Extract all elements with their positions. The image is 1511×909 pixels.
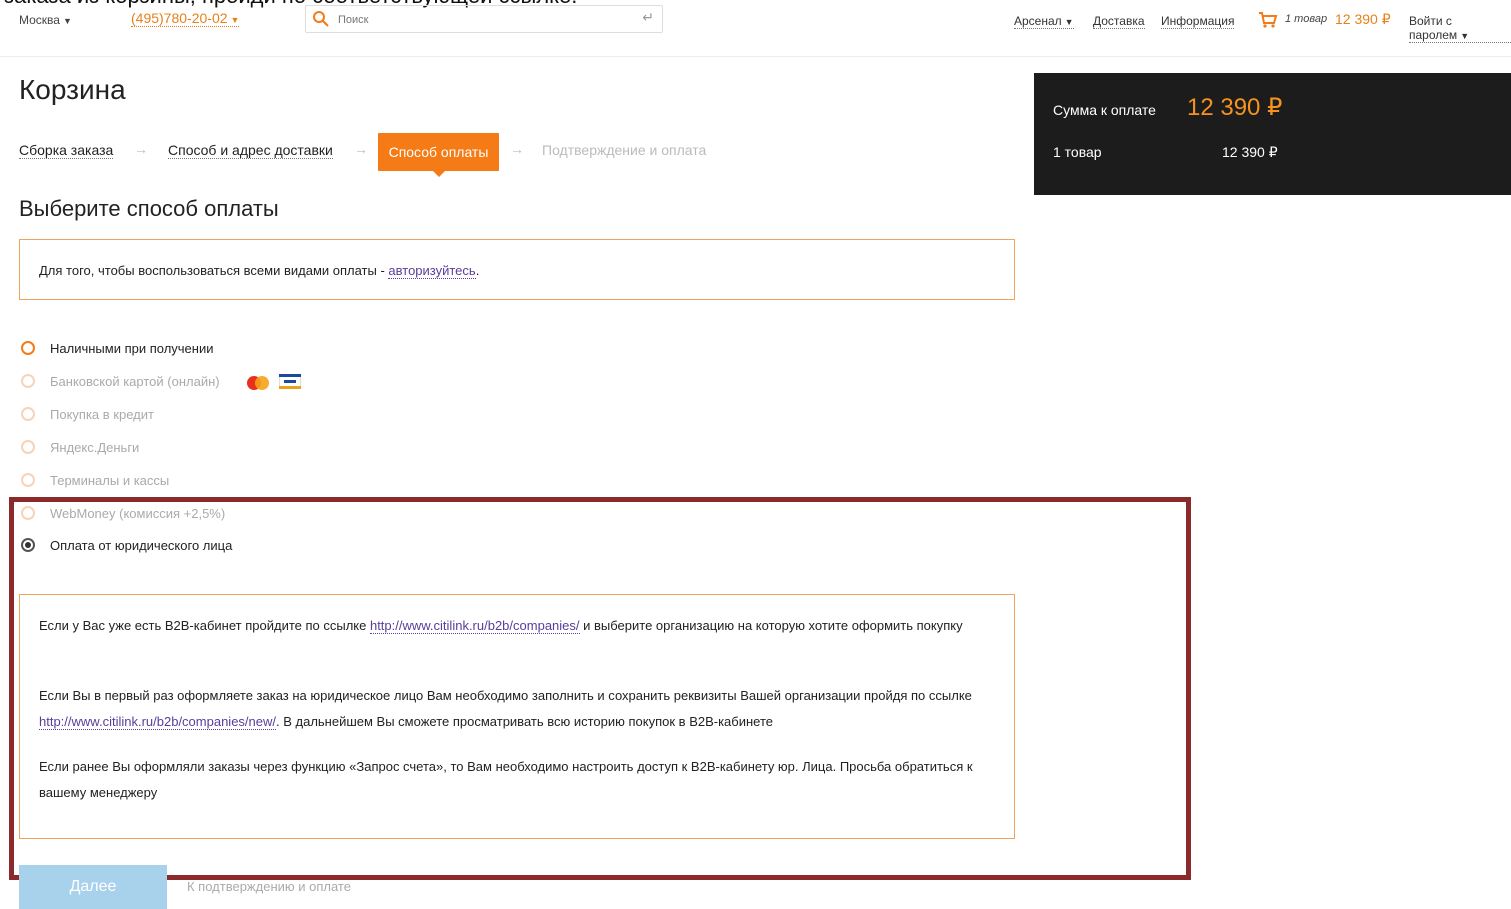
radio-button [21,506,35,520]
cart-sum[interactable]: 12 390 ₽ [1335,11,1391,28]
caret-down-icon: ▼ [230,15,240,25]
page-title: Корзина [19,74,126,105]
radio-button [21,407,35,421]
method-terminals: Терминалы и кассы [21,470,621,492]
step-confirmation: Подтверждение и оплата [542,142,707,158]
method-webmoney: WebMoney (комиссия +2,5%) [21,503,621,525]
summary-total: 12 390 ₽ [1187,94,1283,121]
method-yandex-money: Яндекс.Деньги [21,437,621,459]
nav-delivery[interactable]: Доставка [1093,14,1145,29]
method-legal-entity[interactable]: Оплата от юридического лица [21,535,621,557]
legal-entity-info: Если у Вас уже есть B2B-кабинет пройдите… [19,594,1015,839]
method-cash[interactable]: Наличными при получении [21,338,621,360]
method-label: Яндекс.Деньги [50,440,140,455]
info-paragraph: Если ранее Вы оформляли заказы через фун… [39,759,973,800]
step-order-assembly[interactable]: Сборка заказа [19,142,114,159]
arrow-right-icon: → [354,141,368,157]
cart-icon[interactable] [1258,10,1278,30]
arrow-right-icon: → [134,141,148,157]
method-label: Терминалы и кассы [50,473,170,488]
radio-button [21,440,35,454]
cart-count[interactable]: 1 товар [1285,13,1327,25]
summary-label: Сумма к оплате [1053,102,1156,118]
enter-icon[interactable]: ↵ [642,9,654,26]
method-card: Банковской картой (онлайн) [21,371,621,393]
summary-items-value: 12 390 ₽ [1222,144,1278,160]
method-label: Наличными при получении [50,341,214,356]
visa-icon [279,374,301,389]
login-link[interactable]: Войти с паролем ▼ [1409,14,1511,43]
radio-button[interactable] [21,341,35,355]
search-box[interactable]: ↵ [305,5,663,33]
phone-selector[interactable]: (495)780-20-02 ▼ [131,10,240,27]
method-label: Оплата от юридического лица [50,538,233,553]
radio-button-selected[interactable] [21,538,35,552]
summary-items-label: 1 товар [1053,144,1102,160]
radio-button [21,473,35,487]
method-label: WebMoney (комиссия +2,5%) [50,506,226,521]
search-input[interactable] [336,10,640,30]
method-label: Покупка в кредит [50,407,154,422]
arrow-right-icon: → [510,141,524,157]
caret-down-icon: ▼ [62,16,72,26]
auth-notice: Для того, чтобы воспользоваться всеми ви… [19,239,1015,300]
next-hint: К подтверждению и оплате [187,879,351,894]
method-label: Банковской картой (онлайн) [50,374,220,389]
order-summary: Сумма к оплате 12 390 ₽ 1 товар 12 390 ₽ [1034,73,1511,195]
site-header: Москва▼ (495)780-20-02▼ ↵ Арсенал▼ Доста… [0,0,1511,57]
step-payment-method[interactable]: Способ оплаты [378,133,499,177]
step-delivery[interactable]: Способ и адрес доставки [168,142,333,159]
method-credit: Покупка в кредит [21,404,621,426]
caret-down-icon: ▼ [1460,31,1470,41]
b2b-companies-link[interactable]: http://www.citilink.ru/b2b/companies/ [369,618,580,634]
city-selector[interactable]: Москва ▼ [19,13,72,27]
radio-button [21,374,35,388]
search-icon [313,11,329,27]
section-title: Выберите способ оплаты [19,196,279,221]
b2b-new-company-link[interactable]: http://www.citilink.ru/b2b/companies/new… [39,714,276,730]
checkout-steps: Сборка заказа → Способ и адрес доставки … [19,133,919,177]
mastercard-icon [247,376,269,390]
login-link-notice[interactable]: авторизуйтесь [388,263,476,279]
notice-text: Для того, чтобы воспользоваться всеми ви… [39,263,389,278]
nav-arsenal[interactable]: Арсенал ▼ [1014,14,1074,29]
next-button[interactable]: Далее [19,865,167,909]
caret-down-icon: ▼ [1064,17,1074,27]
info-paragraph: Если Вы в первый раз оформляете заказ на… [39,688,972,730]
nav-info[interactable]: Информация [1161,14,1235,29]
info-paragraph: Если у Вас уже есть B2B-кабинет пройдите… [39,618,963,634]
